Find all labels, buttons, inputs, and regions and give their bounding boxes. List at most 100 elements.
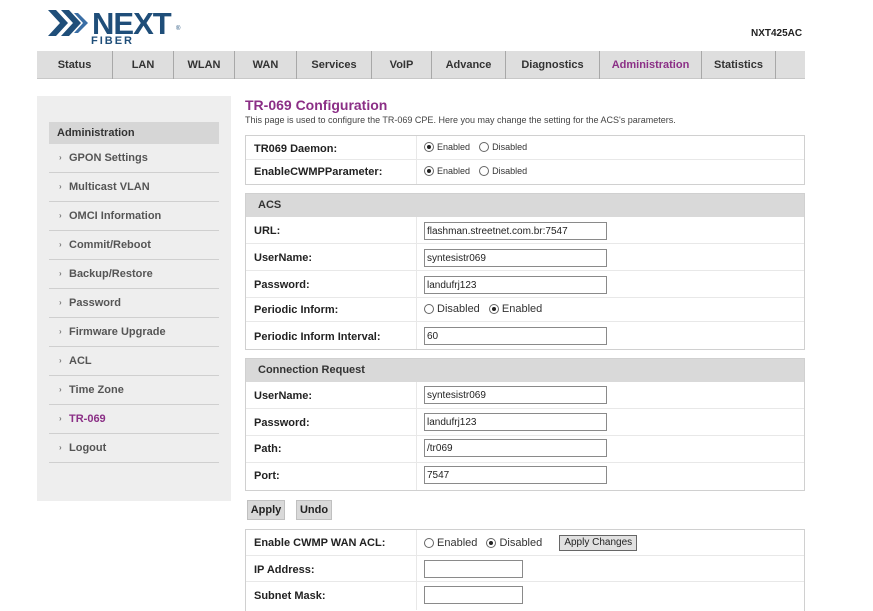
sidebar-item-label: Backup/Restore [69, 268, 153, 280]
acs-password-row: Password: [246, 271, 804, 298]
connection-request-panel: Connection Request UserName: Password: P… [245, 358, 805, 491]
acs-panel: ACS URL: UserName: Password: Periodic In… [245, 193, 805, 350]
acs-password-input[interactable] [424, 276, 607, 294]
undo-button[interactable]: Undo [296, 500, 332, 520]
conn-port-input[interactable] [424, 466, 607, 484]
chevron-right-icon: › [59, 182, 62, 191]
apply-button[interactable]: Apply [247, 500, 285, 520]
apply-changes-button[interactable]: Apply Changes [559, 535, 638, 551]
sidebar-item-label: TR-069 [69, 413, 106, 425]
sidebar-item-time-zone[interactable]: › Time Zone [49, 376, 219, 405]
conn-path-label: Path: [254, 443, 282, 455]
page-title: TR-069 Configuration [245, 97, 388, 113]
acs-url-row: URL: [246, 217, 804, 244]
sidebar-item-label: Commit/Reboot [69, 239, 151, 251]
acs-username-label: UserName: [254, 252, 313, 264]
conn-port-row: Port: [246, 463, 804, 490]
nav-advance[interactable]: Advance [432, 51, 506, 79]
nav-administration[interactable]: Administration [600, 51, 702, 79]
sidebar-item-label: Multicast VLAN [69, 181, 150, 193]
sidebar-item-label: GPON Settings [69, 152, 148, 164]
sidebar-item-backup-restore[interactable]: › Backup/Restore [49, 260, 219, 289]
periodic-disabled-radio[interactable] [424, 304, 434, 315]
conn-username-input[interactable] [424, 386, 607, 404]
acs-username-input[interactable] [424, 249, 607, 267]
chevron-right-icon: › [59, 211, 62, 220]
logo-registered: ® [176, 26, 181, 32]
conn-password-row: Password: [246, 409, 804, 436]
periodic-disabled-label: Disabled [437, 303, 480, 316]
conn-username-row: UserName: [246, 382, 804, 409]
sidebar-item-label: OMCI Information [69, 210, 162, 222]
sidebar-item-label: ACL [69, 355, 92, 367]
nav-wlan[interactable]: WLAN [174, 51, 235, 79]
sidebar-item-tr069[interactable]: › TR-069 [49, 405, 219, 434]
logo-subtext: FIBER [91, 35, 134, 47]
nav-diagnostics[interactable]: Diagnostics [506, 51, 600, 79]
acs-password-label: Password: [254, 279, 310, 291]
acl-enabled-radio[interactable] [424, 538, 434, 548]
daemon-enabled-radio[interactable] [424, 142, 434, 153]
acl-disabled-radio[interactable] [486, 538, 497, 548]
device-model: NXT425AC [751, 28, 803, 39]
nav-lan[interactable]: LAN [113, 51, 174, 79]
sidebar: Administration › GPON Settings › Multicast… [37, 96, 231, 501]
connection-request-header: Connection Request [246, 359, 804, 382]
sidebar-item-label: Password [69, 297, 121, 309]
cwmp-enabled-label: Enabled [437, 166, 471, 177]
sidebar-item-gpon-settings[interactable]: › GPON Settings [49, 144, 219, 173]
daemon-disabled-label: Disabled [492, 142, 528, 153]
acl-ip-label: IP Address: [254, 564, 315, 576]
cwmp-enabled-radio[interactable] [424, 166, 434, 177]
chevron-right-icon: › [59, 240, 62, 249]
daemon-disabled-radio[interactable] [479, 142, 490, 153]
periodic-radio-group: Disabled Enabled [424, 303, 548, 315]
conn-path-row: Path: [246, 436, 804, 463]
acs-url-label: URL: [254, 225, 281, 237]
acl-enable-label: Enable CWMP WAN ACL: [254, 537, 386, 549]
acl-radio-group: Enabled Disabled Apply Changes [424, 535, 638, 551]
acs-header: ACS [246, 194, 804, 217]
conn-path-input[interactable] [424, 439, 607, 457]
sidebar-item-label: Logout [69, 442, 107, 454]
daemon-radio-group: Enabled Disabled [424, 141, 533, 153]
conn-port-label: Port: [254, 470, 280, 482]
periodic-enabled-radio[interactable] [488, 304, 499, 315]
acs-url-input[interactable] [424, 222, 607, 240]
conn-password-label: Password: [254, 417, 310, 429]
chevron-right-icon: › [59, 414, 62, 423]
nav-services[interactable]: Services [297, 51, 372, 79]
daemon-row: TR069 Daemon: Enabled Disabled [246, 136, 804, 160]
acs-periodic-label: Periodic Inform: [254, 304, 339, 316]
cwmp-label: EnableCWMPParameter: [254, 166, 383, 178]
sidebar-menu: › GPON Settings › Multicast VLAN › OMCI Inf… [49, 144, 219, 463]
acl-mask-row: Subnet Mask: [246, 582, 804, 610]
sidebar-item-commit-reboot[interactable]: › Commit/Reboot [49, 231, 219, 260]
nav-status[interactable]: Status [37, 51, 113, 79]
page-description: This page is used to configure the TR-06… [245, 115, 676, 125]
chevron-right-icon: › [59, 327, 62, 336]
cwmp-disabled-radio[interactable] [479, 166, 490, 177]
sidebar-item-acl[interactable]: › ACL [49, 347, 219, 376]
sidebar-item-logout[interactable]: › Logout [49, 434, 219, 463]
nav-statistics[interactable]: Statistics [702, 51, 776, 79]
chevron-right-icon: › [59, 443, 62, 452]
cwmp-disabled-label: Disabled [492, 166, 528, 177]
top-nav: Status LAN WLAN WAN Services VoIP Advanc… [37, 51, 805, 79]
acl-mask-input[interactable] [424, 586, 523, 604]
sidebar-item-label: Firmware Upgrade [69, 326, 166, 338]
sidebar-item-password[interactable]: › Password [49, 289, 219, 318]
daemon-label: TR069 Daemon: [254, 143, 338, 155]
logo-chevrons-icon [48, 10, 88, 36]
nav-voip[interactable]: VoIP [372, 51, 432, 79]
conn-password-input[interactable] [424, 413, 607, 431]
sidebar-item-omci-information[interactable]: › OMCI Information [49, 202, 219, 231]
acl-ip-input[interactable] [424, 560, 523, 578]
chevron-right-icon: › [59, 298, 62, 307]
sidebar-item-firmware-upgrade[interactable]: › Firmware Upgrade [49, 318, 219, 347]
sidebar-item-multicast-vlan[interactable]: › Multicast VLAN [49, 173, 219, 202]
acs-interval-row: Periodic Inform Interval: [246, 322, 804, 349]
cwmp-radio-group: Enabled Disabled [424, 165, 533, 177]
nav-wan[interactable]: WAN [235, 51, 297, 79]
acs-interval-input[interactable] [424, 327, 607, 345]
